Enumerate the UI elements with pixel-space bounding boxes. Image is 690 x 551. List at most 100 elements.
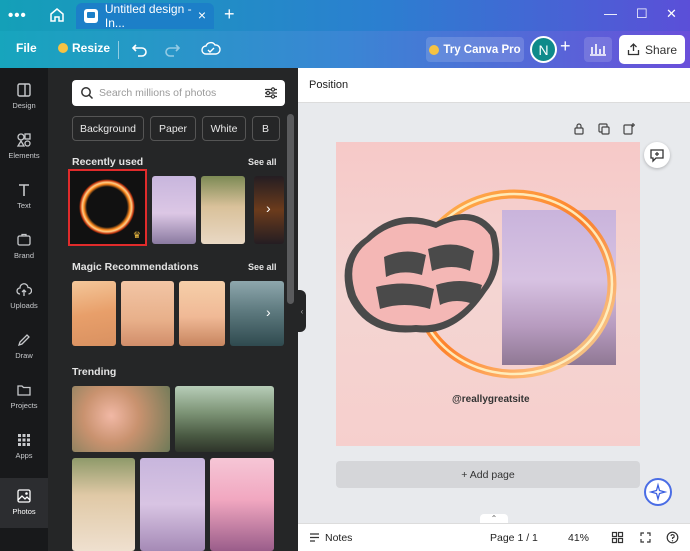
add-page-icon[interactable]: [622, 122, 636, 136]
section-title-magic-recommendations: Magic Recommendations: [72, 261, 199, 273]
close-tab-icon[interactable]: ×: [198, 7, 206, 23]
browser-tab[interactable]: Untitled design - In... ×: [76, 2, 214, 30]
editor-area: Position @reallygreatsite + Add page ⌃ N…: [298, 68, 690, 551]
rail-item-elements[interactable]: Elements: [0, 128, 48, 174]
grid-view-icon[interactable]: [611, 531, 624, 544]
toolbar-divider: [118, 41, 119, 59]
filter-icon[interactable]: [264, 86, 278, 100]
trending-thumb-interior[interactable]: [175, 386, 274, 452]
rail-item-draw[interactable]: Draw: [0, 328, 48, 374]
chip-paper[interactable]: Paper: [150, 116, 196, 141]
bar-chart-icon: [590, 44, 606, 56]
chip-background[interactable]: Background: [72, 116, 144, 141]
add-page-button[interactable]: + Add page: [336, 461, 640, 488]
browser-menu-icon[interactable]: •••: [8, 7, 27, 24]
rail-item-uploads[interactable]: Uploads: [0, 278, 48, 324]
share-label: Share: [644, 42, 678, 57]
projects-icon: [17, 385, 31, 396]
search-icon: [81, 87, 94, 100]
recent-thumb-fire-ring[interactable]: ♛: [68, 169, 147, 246]
resize-button[interactable]: Resize: [58, 41, 110, 55]
comment-button[interactable]: [644, 142, 670, 168]
section-title-recently-used: Recently used: [72, 156, 144, 168]
magic-thumb-beach[interactable]: [72, 281, 116, 346]
design-icon: [17, 83, 31, 97]
rail-label: Brand: [13, 251, 34, 260]
context-toolbar: Position: [298, 68, 690, 103]
user-avatar[interactable]: N: [530, 36, 557, 63]
chevron-right-icon[interactable]: ›: [266, 200, 278, 220]
minimize-button[interactable]: —: [604, 6, 617, 21]
file-menu[interactable]: File: [16, 41, 37, 55]
rail-item-text[interactable]: Text: [0, 178, 48, 224]
rail-label: Elements: [8, 151, 40, 160]
chip-more[interactable]: B: [252, 116, 280, 141]
invite-plus-icon[interactable]: +: [560, 36, 571, 57]
rail-item-photos[interactable]: Photos: [0, 478, 48, 528]
maximize-button[interactable]: ☐: [636, 6, 648, 22]
position-button[interactable]: Position: [309, 79, 348, 91]
trending-thumb-flowers[interactable]: [72, 386, 170, 452]
side-rail: Design Elements Text Brand Uploads Draw …: [0, 68, 48, 551]
chip-white[interactable]: White: [202, 116, 246, 141]
apps-icon: [18, 434, 30, 446]
collapse-panel-handle[interactable]: ‹: [298, 290, 306, 332]
uploads-icon: [16, 283, 32, 296]
try-pro-label: Try Canva Pro: [443, 43, 521, 56]
bottom-bar: Notes Page 1 / 1 41%: [298, 523, 690, 551]
notes-icon: [310, 533, 319, 542]
rail-label: Draw: [15, 351, 33, 360]
section-title-trending: Trending: [72, 366, 117, 378]
insights-button[interactable]: [584, 37, 612, 62]
magic-thumb-paraglider[interactable]: [179, 281, 225, 346]
design-canvas[interactable]: @reallygreatsite: [336, 142, 640, 446]
rail-item-projects[interactable]: Projects: [0, 378, 48, 424]
share-button[interactable]: Share: [619, 35, 685, 64]
new-tab-button[interactable]: +: [224, 4, 235, 25]
share-upload-icon: [627, 43, 640, 56]
see-all-magic-link[interactable]: See all: [248, 262, 277, 272]
chevron-right-icon[interactable]: ›: [266, 304, 278, 324]
duplicate-icon[interactable]: [597, 122, 611, 136]
page-indicator[interactable]: Page 1 / 1: [490, 532, 538, 544]
draw-icon: [17, 334, 30, 347]
see-all-recent-link[interactable]: See all: [248, 157, 277, 167]
editor-toolbar: File Resize Try Canva Pro N + Share: [0, 31, 690, 68]
canvas-handle-text[interactable]: @reallygreatsite: [452, 394, 530, 405]
browser-tab-bar: ••• Untitled design - In... × + — ☐ ✕: [0, 0, 690, 31]
photos-panel: Search millions of photos Background Pap…: [48, 68, 298, 551]
rail-label: Projects: [10, 401, 38, 410]
recent-thumb-portrait[interactable]: [201, 176, 245, 244]
rail-item-apps[interactable]: Apps: [0, 428, 48, 474]
zoom-level[interactable]: 41%: [568, 532, 589, 544]
rail-item-brand[interactable]: Brand: [0, 228, 48, 274]
try-canva-pro-button[interactable]: Try Canva Pro: [426, 37, 524, 62]
close-window-button[interactable]: ✕: [666, 6, 677, 22]
lock-icon[interactable]: [572, 122, 586, 136]
share-the-love-artwork[interactable]: [336, 197, 516, 347]
magic-assistant-button[interactable]: [644, 478, 672, 506]
trending-thumb-balloons[interactable]: [140, 458, 205, 551]
crown-icon: [58, 43, 68, 53]
cloud-saved-icon[interactable]: [201, 39, 221, 59]
panel-scrollbar[interactable]: [287, 114, 294, 304]
crown-icon: [429, 44, 440, 55]
fullscreen-icon[interactable]: [639, 531, 652, 544]
rail-label: Uploads: [10, 301, 38, 310]
notes-button[interactable]: Notes: [325, 532, 352, 544]
trending-thumb-pink-man[interactable]: [210, 458, 274, 551]
search-input[interactable]: Search millions of photos: [72, 80, 285, 106]
home-icon[interactable]: [48, 6, 66, 24]
trending-thumb-portrait[interactable]: [72, 458, 135, 551]
photos-icon: [17, 489, 31, 503]
magic-thumb-sunset-sky[interactable]: [121, 281, 174, 346]
recent-thumb-balloons[interactable]: [152, 176, 196, 244]
undo-icon[interactable]: [130, 39, 150, 59]
sparkle-icon: [648, 482, 668, 502]
rail-item-design[interactable]: Design: [0, 78, 48, 124]
rail-label: Design: [12, 101, 36, 110]
help-icon[interactable]: [666, 531, 679, 544]
redo-icon[interactable]: [162, 39, 182, 59]
rail-label: Text: [17, 201, 31, 210]
brand-icon: [17, 233, 31, 246]
